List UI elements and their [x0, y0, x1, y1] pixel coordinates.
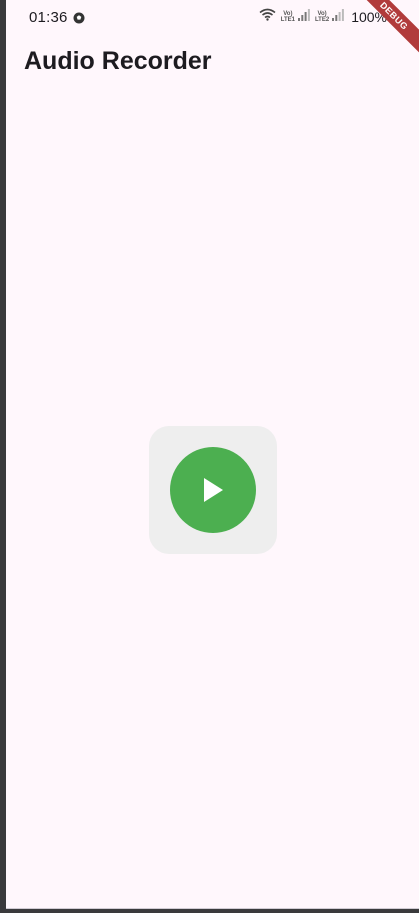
- sim1-network-label: LTE1: [280, 17, 295, 23]
- signal-icon: [297, 8, 310, 26]
- sim2-network-label: LTE2: [314, 17, 330, 23]
- sim1-volte: Vo) LTE1: [281, 11, 295, 23]
- bottom-edge: [6, 908, 419, 909]
- wifi-icon: [259, 8, 276, 26]
- status-bar: 01:36 Vo) LTE1 Vo) LTE2 100% DEBUG: [6, 0, 419, 61]
- status-time: 01:36: [29, 9, 68, 26]
- play-button[interactable]: [170, 447, 256, 533]
- player-card: [149, 426, 277, 554]
- signal-icon: [332, 8, 345, 26]
- app-bar: Audio Recorder: [6, 34, 419, 90]
- page-title: Audio Recorder: [24, 47, 212, 75]
- play-icon: [204, 478, 223, 502]
- soccer-ball-icon: [73, 11, 85, 24]
- sim2-volte: Vo) LTE2: [315, 11, 329, 23]
- app-screen: 01:36 Vo) LTE1 Vo) LTE2 100% DEBUG Audio…: [6, 0, 419, 909]
